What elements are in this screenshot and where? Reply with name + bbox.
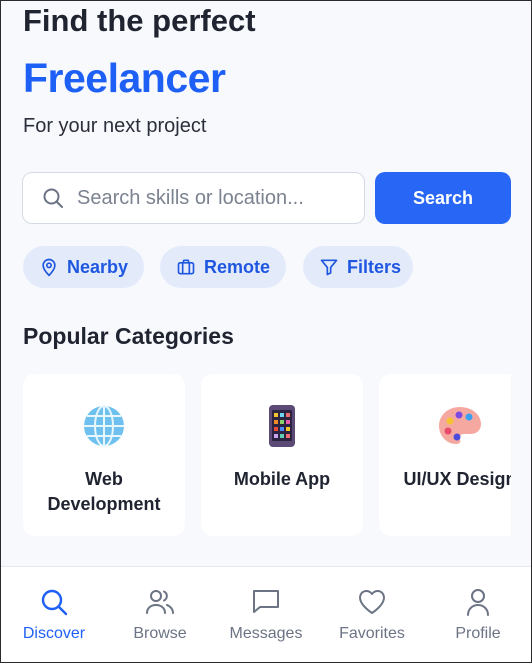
category-label: Web Development [47,469,161,514]
tab-profile[interactable]: Profile [425,567,531,662]
tab-label: Browse [133,625,187,642]
section-title: Popular Categories [23,323,234,349]
tab-messages[interactable]: Messages [213,567,319,662]
tab-discover[interactable]: Discover [1,567,107,662]
location-pin-icon [42,258,56,277]
tab-label: Messages [229,625,303,642]
filter-chip-nearby[interactable]: Nearby [23,246,144,288]
category-label: Mobile App [233,469,331,489]
category-card-mobile-app[interactable]: Mobile App [201,374,363,536]
tab-label: Favorites [339,625,405,642]
filter-icon [320,259,338,276]
tab-favorites[interactable]: Favorites [319,567,425,662]
filter-chip-filters[interactable]: Filters [303,246,413,288]
category-carousel[interactable]: Web Development Mobile App UI/UX Design [23,374,511,536]
category-card-web-development[interactable]: Web Development [23,374,185,536]
category-label: UI/UX Design [403,469,511,489]
search-icon [43,188,63,208]
category-card-ui-ux-design[interactable]: UI/UX Design [379,374,511,536]
mobile-phone-icon [269,405,295,447]
app-screen: Find the perfect Freelancer For your nex… [0,0,532,663]
globe-icon [84,405,124,447]
hero-subtitle: For your next project [23,115,207,137]
tab-label: Discover [22,625,86,642]
chat-icon [253,590,279,613]
search-icon [41,589,68,616]
person-icon [467,589,489,616]
bottom-tab-bar: Discover Browse Messages Favorites Profi… [1,566,531,662]
tab-label: Profile [455,625,501,642]
hero-accent-title: Freelancer [23,55,226,101]
search-button[interactable]: Search [375,172,511,224]
filter-chip-label: Nearby [67,256,129,277]
briefcase-icon [177,259,195,275]
search-input[interactable] [77,186,357,210]
heart-icon [358,589,386,614]
filter-chip-remote[interactable]: Remote [160,246,286,288]
filter-chip-label: Remote [204,256,271,277]
hero-title: Find the perfect [23,3,256,38]
palette-icon [439,407,481,444]
users-icon [146,590,174,614]
search-field[interactable] [22,172,365,224]
filter-chip-label: Filters [347,256,402,277]
tab-browse[interactable]: Browse [107,567,213,662]
